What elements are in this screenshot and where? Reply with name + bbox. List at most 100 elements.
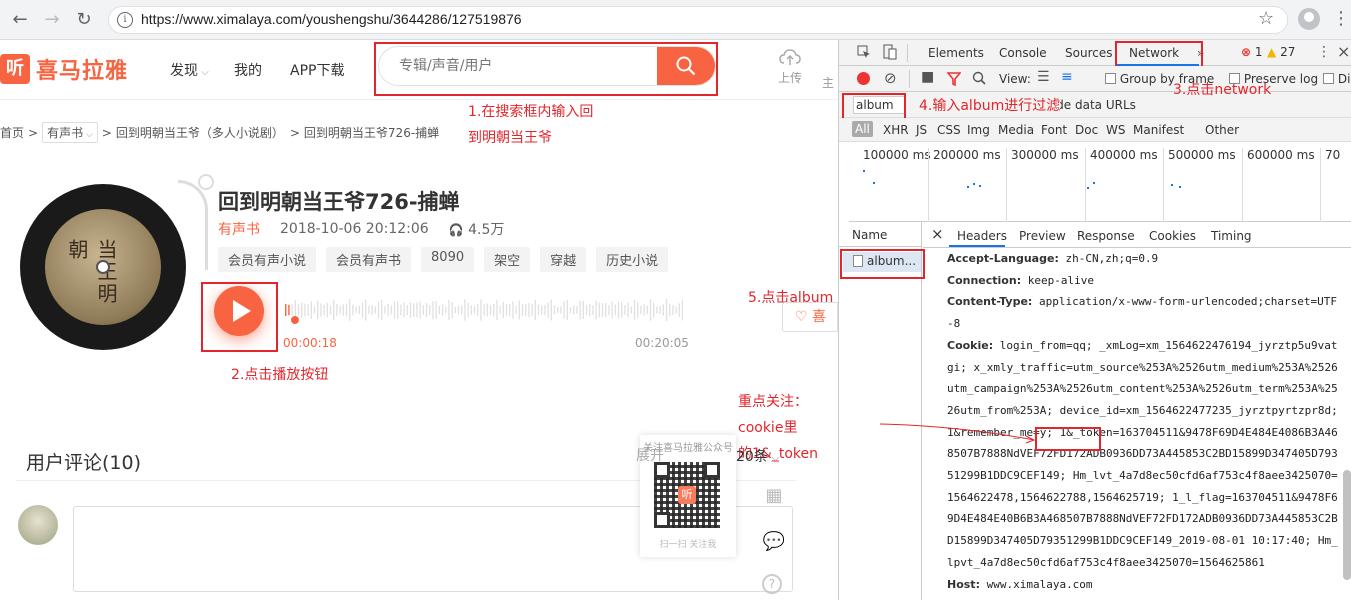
waveform-bar: [534, 299, 536, 321]
error-icon: ⊗: [1241, 45, 1252, 59]
tag-item[interactable]: 8090: [421, 247, 475, 272]
type-media[interactable]: Media: [998, 123, 1034, 137]
breadcrumb-home[interactable]: 首页: [0, 124, 24, 141]
headers-scrollbar[interactable]: [1343, 470, 1351, 580]
disable-cache[interactable]: Di: [1323, 72, 1350, 86]
inspect-element-icon[interactable]: [857, 45, 871, 59]
tab-preview[interactable]: Preview: [1019, 229, 1066, 243]
waveform-bar: [390, 305, 392, 315]
chat-icon[interactable]: 💬: [762, 530, 786, 554]
tab-headers[interactable]: Headers: [957, 229, 1007, 243]
waveform-bar: [579, 300, 581, 320]
nav-app-download[interactable]: APP下载: [290, 60, 344, 80]
tab-sources[interactable]: Sources: [1065, 46, 1112, 60]
headphones-icon: 🎧: [448, 223, 464, 237]
record-icon[interactable]: [857, 72, 870, 85]
back-icon[interactable]: ←: [8, 8, 32, 32]
qr-side-icon[interactable]: ▦: [762, 484, 786, 508]
close-devtools-icon[interactable]: ×: [1337, 42, 1350, 61]
waveform-bar: [403, 302, 405, 318]
tag-item[interactable]: 会员有声书: [326, 247, 412, 272]
type-img[interactable]: Img: [967, 123, 990, 137]
close-detail-icon[interactable]: ×: [931, 225, 944, 243]
large-rows-icon[interactable]: ☰: [1037, 69, 1050, 85]
type-all[interactable]: All: [852, 121, 873, 137]
tab-response[interactable]: Response: [1077, 229, 1135, 243]
type-doc[interactable]: Doc: [1075, 123, 1098, 137]
nav-mine[interactable]: 我的: [234, 60, 262, 80]
tag-item[interactable]: 会员有声小说: [218, 247, 317, 272]
waveform-bar: [349, 299, 351, 321]
info-icon[interactable]: i: [117, 12, 133, 28]
waveform-bar: [515, 305, 517, 315]
progress-knob[interactable]: [290, 316, 299, 324]
timeline-tick: 200000 ms: [928, 148, 1001, 222]
tab-cookies[interactable]: Cookies: [1149, 229, 1196, 243]
type-js[interactable]: JS: [916, 123, 927, 137]
profile-avatar-icon[interactable]: [1298, 8, 1320, 30]
filter-icon[interactable]: [947, 72, 961, 86]
url-text[interactable]: https://www.ximalaya.com/youshengshu/364…: [141, 11, 522, 27]
error-count[interactable]: ⊗ 1: [1241, 45, 1263, 59]
like-button[interactable]: ♡ 喜: [782, 302, 838, 332]
timeline-tick: 600000 ms: [1242, 148, 1315, 222]
tab-elements[interactable]: Elements: [928, 46, 984, 60]
clear-icon[interactable]: ⊘: [884, 69, 897, 87]
comment-count-select[interactable]: 20条 ⌵: [736, 446, 780, 466]
type-ws[interactable]: WS: [1106, 123, 1125, 137]
type-xhr[interactable]: XHR: [883, 123, 909, 137]
waveform-bar: [441, 304, 444, 316]
tag-item[interactable]: 架空: [484, 247, 531, 272]
host-label[interactable]: 主: [822, 74, 834, 91]
waveform-bar: [358, 306, 360, 314]
forward-icon[interactable]: →: [40, 8, 64, 32]
device-toolbar-icon[interactable]: [883, 44, 897, 60]
waterfall-icon[interactable]: ≡: [1061, 69, 1073, 85]
waveform-bar: [457, 306, 460, 314]
tab-timing[interactable]: Timing: [1211, 229, 1252, 243]
waveform-bar: [365, 299, 367, 321]
waveform-bar: [547, 302, 549, 318]
type-manifest[interactable]: Manifest: [1133, 123, 1184, 137]
track-title: 回到明朝当王爷726-捕蝉: [218, 190, 460, 214]
waveform-bar: [361, 302, 364, 318]
tab-console[interactable]: Console: [999, 46, 1047, 60]
qr-code-panel: 展开 关注喜马拉雅公众号 听 扫一扫 关注我: [636, 435, 736, 557]
waveform-bar: [438, 305, 440, 315]
screenshot-icon[interactable]: ■: [921, 69, 934, 85]
logo-mark-icon: 听: [0, 54, 30, 84]
waveform-bar: [512, 301, 514, 319]
waveform-bar: [445, 306, 447, 314]
name-column-header[interactable]: Name: [839, 222, 922, 247]
track-category[interactable]: 有声书: [218, 219, 260, 239]
breadcrumb-category[interactable]: 有声书 ⌵: [42, 122, 98, 143]
browser-menu-icon[interactable]: ⋮: [1332, 8, 1350, 29]
breadcrumb-album[interactable]: 回到明朝当王爷（多人小说剧）: [116, 124, 284, 141]
help-icon[interactable]: ?: [762, 574, 782, 594]
active-detail-tab-indicator: [949, 245, 1005, 247]
user-avatar: [18, 505, 58, 545]
waveform-bar: [397, 301, 399, 319]
waveform-bar: [384, 306, 386, 314]
devtools-menu-icon[interactable]: ⋮: [1317, 44, 1331, 60]
waveform-bar: [525, 304, 527, 316]
upload-button[interactable]: 上传: [772, 48, 808, 86]
waveform-bar: [480, 299, 482, 321]
tag-item[interactable]: 穿越: [540, 247, 587, 272]
warning-count[interactable]: ▲ 27: [1267, 45, 1295, 59]
reload-icon[interactable]: ↻: [72, 8, 96, 32]
search-icon[interactable]: [972, 71, 986, 85]
devtools-panel: Elements Console Sources Network » ⊗ 1 ▲…: [838, 40, 1351, 600]
waveform-bar: [355, 306, 357, 314]
type-font[interactable]: Font: [1041, 123, 1067, 137]
type-css[interactable]: CSS: [937, 123, 961, 137]
address-bar[interactable]: i https://www.ximalaya.com/youshengshu/3…: [108, 6, 1288, 34]
audio-waveform[interactable]: [283, 290, 683, 330]
waveform-bar: [454, 306, 456, 314]
network-timeline[interactable]: 100000 ms 200000 ms 300000 ms 400000 ms …: [849, 142, 1351, 222]
ximalaya-logo[interactable]: 听 喜马拉雅: [0, 54, 128, 84]
nav-discover[interactable]: 发现 ⌵: [170, 60, 209, 80]
bookmark-star-icon[interactable]: ☆: [1258, 8, 1274, 29]
tag-item[interactable]: 历史小说: [596, 247, 669, 272]
type-other[interactable]: Other: [1205, 123, 1239, 137]
